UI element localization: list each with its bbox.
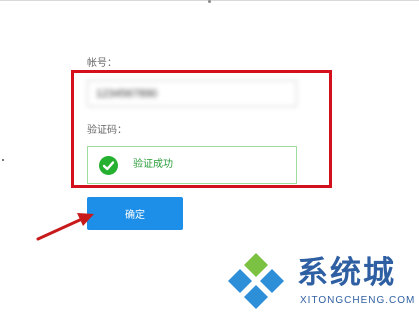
- xitongcheng-logo-icon: [228, 253, 284, 309]
- confirm-button[interactable]: 确定: [87, 197, 183, 230]
- watermark: 系统城 XITONGCHENG.COM: [222, 247, 419, 323]
- brand-url: XITONGCHENG.COM: [300, 295, 416, 306]
- brand-name: 系统城: [297, 255, 396, 291]
- account-label: 帐号：: [87, 58, 117, 69]
- pointer-arrow-icon: [36, 213, 94, 241]
- highlight-frame: [71, 70, 332, 188]
